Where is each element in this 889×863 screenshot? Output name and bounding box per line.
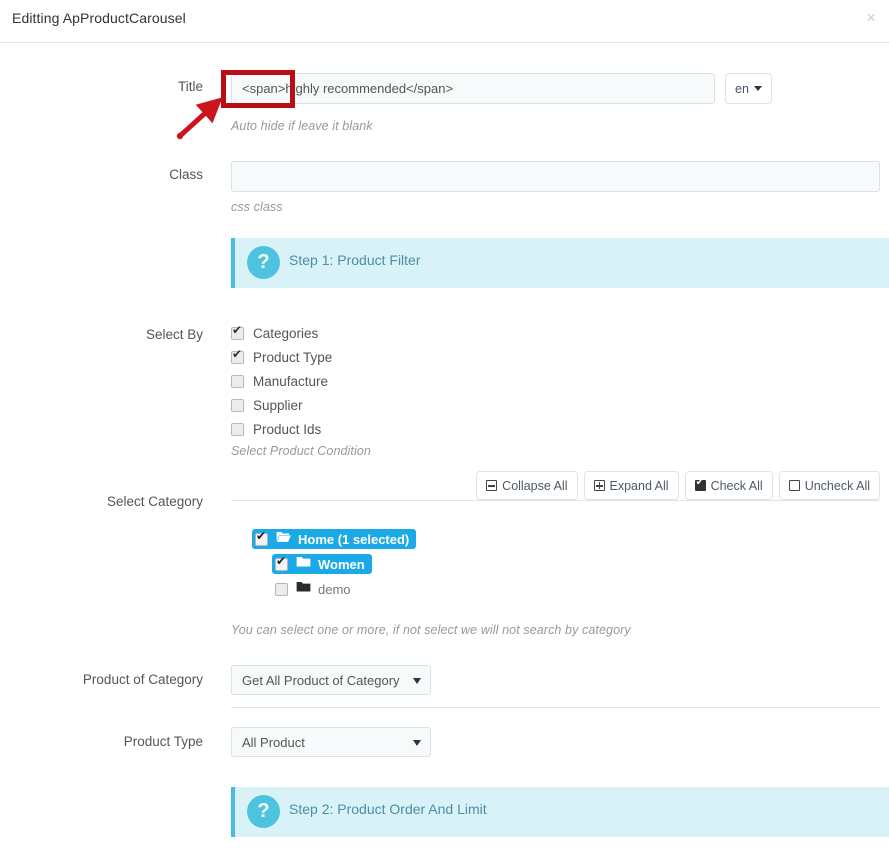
folder-icon [296, 555, 311, 573]
chevron-down-icon [753, 86, 762, 91]
chevron-down-icon [413, 678, 421, 684]
step2-alert: ? Step 2: Product Order And Limit [231, 787, 889, 837]
select-category-label: Select Category [106, 494, 203, 509]
modal-header: Editting ApProductCarousel × [0, 0, 889, 43]
title-help-text: Auto hide if leave it blank [231, 119, 373, 133]
tree-node-women[interactable]: Women [272, 554, 372, 574]
step2-alert-text: Step 2: Product Order And Limit [289, 801, 487, 817]
expand-all-button[interactable]: Expand All [583, 471, 679, 500]
close-icon[interactable]: × [862, 7, 880, 28]
checkbox-categories[interactable]: Categories [231, 324, 319, 341]
check-all-label: Check All [710, 478, 763, 493]
title-input[interactable] [231, 73, 715, 104]
page-title: Editting ApProductCarousel [12, 10, 186, 26]
checkbox-manufacture[interactable]: Manufacture [231, 374, 328, 389]
minus-square-icon [486, 480, 498, 491]
tree-checkbox-home[interactable] [255, 530, 268, 546]
tree-label-home: Home (1 selected) [298, 531, 410, 547]
tree-node-demo[interactable]: demo [272, 579, 358, 599]
step1-alert-text: Step 1: Product Filter [289, 252, 421, 268]
select-category-help-text: You can select one or more, if not selec… [231, 623, 631, 637]
checkbox-box-categories[interactable] [231, 324, 244, 340]
divider-product-type [231, 707, 880, 708]
title-label: Title [177, 79, 203, 94]
expand-all-label: Expand All [609, 478, 669, 493]
checkbox-label-supplier: Supplier [253, 398, 303, 413]
collapse-all-button[interactable]: Collapse All [476, 471, 578, 500]
product-type-value: All Product [242, 734, 305, 750]
uncheck-all-button[interactable]: Uncheck All [778, 471, 880, 500]
checkbox-label-product-ids: Product Ids [253, 422, 322, 437]
divider-select-category [231, 500, 880, 501]
class-help-text: css class [231, 200, 283, 214]
question-mark-icon: ? [247, 795, 280, 828]
tree-label-demo: demo [318, 581, 351, 597]
tree-node-home[interactable]: Home (1 selected) [252, 529, 417, 549]
product-of-category-value: Get All Product of Category [242, 672, 400, 688]
tree-label-women: Women [318, 556, 365, 572]
product-type-select[interactable]: All Product [231, 727, 431, 757]
folder-open-icon [276, 530, 291, 548]
collapse-all-label: Collapse All [502, 478, 568, 493]
product-type-label: Product Type [123, 734, 203, 749]
checkbox-box-manufacture[interactable] [231, 375, 244, 388]
product-of-category-label: Product of Category [82, 672, 203, 687]
checkbox-product-ids[interactable]: Product Ids [231, 422, 321, 437]
select-by-label: Select By [145, 327, 203, 342]
checkbox-product-type[interactable]: Product Type [231, 348, 333, 365]
check-all-button[interactable]: Check All [684, 471, 773, 500]
checkbox-label-categories: Categories [253, 326, 319, 341]
tree-checkbox-demo[interactable] [275, 582, 288, 596]
empty-square-icon [788, 480, 800, 491]
checked-square-icon [694, 477, 706, 491]
tree-checkbox-women[interactable] [275, 555, 288, 571]
language-dropdown-label: en [735, 81, 749, 96]
checkbox-box-supplier[interactable] [231, 399, 244, 412]
checkbox-box-product-type[interactable] [231, 348, 244, 364]
modal-dialog: Editting ApProductCarousel × Title en Au… [0, 0, 889, 863]
uncheck-all-label: Uncheck All [804, 478, 870, 493]
class-label: Class [169, 167, 203, 182]
plus-square-icon [593, 480, 605, 491]
select-by-help-text: Select Product Condition [231, 444, 371, 458]
class-input[interactable] [231, 161, 880, 192]
step1-alert: ? Step 1: Product Filter [231, 238, 889, 288]
question-mark-icon: ? [247, 246, 280, 279]
checkbox-box-product-ids[interactable] [231, 423, 244, 436]
tree-toolbar: Collapse All Expand All Check All Unchec… [476, 471, 880, 500]
annotation-arrow [176, 97, 223, 140]
product-of-category-select[interactable]: Get All Product of Category [231, 665, 431, 695]
folder-icon [296, 580, 311, 598]
checkbox-supplier[interactable]: Supplier [231, 398, 303, 413]
chevron-down-icon [413, 740, 421, 746]
checkbox-label-product-type: Product Type [253, 350, 333, 365]
language-dropdown-button[interactable]: en [725, 73, 772, 104]
checkbox-label-manufacture: Manufacture [253, 374, 329, 389]
